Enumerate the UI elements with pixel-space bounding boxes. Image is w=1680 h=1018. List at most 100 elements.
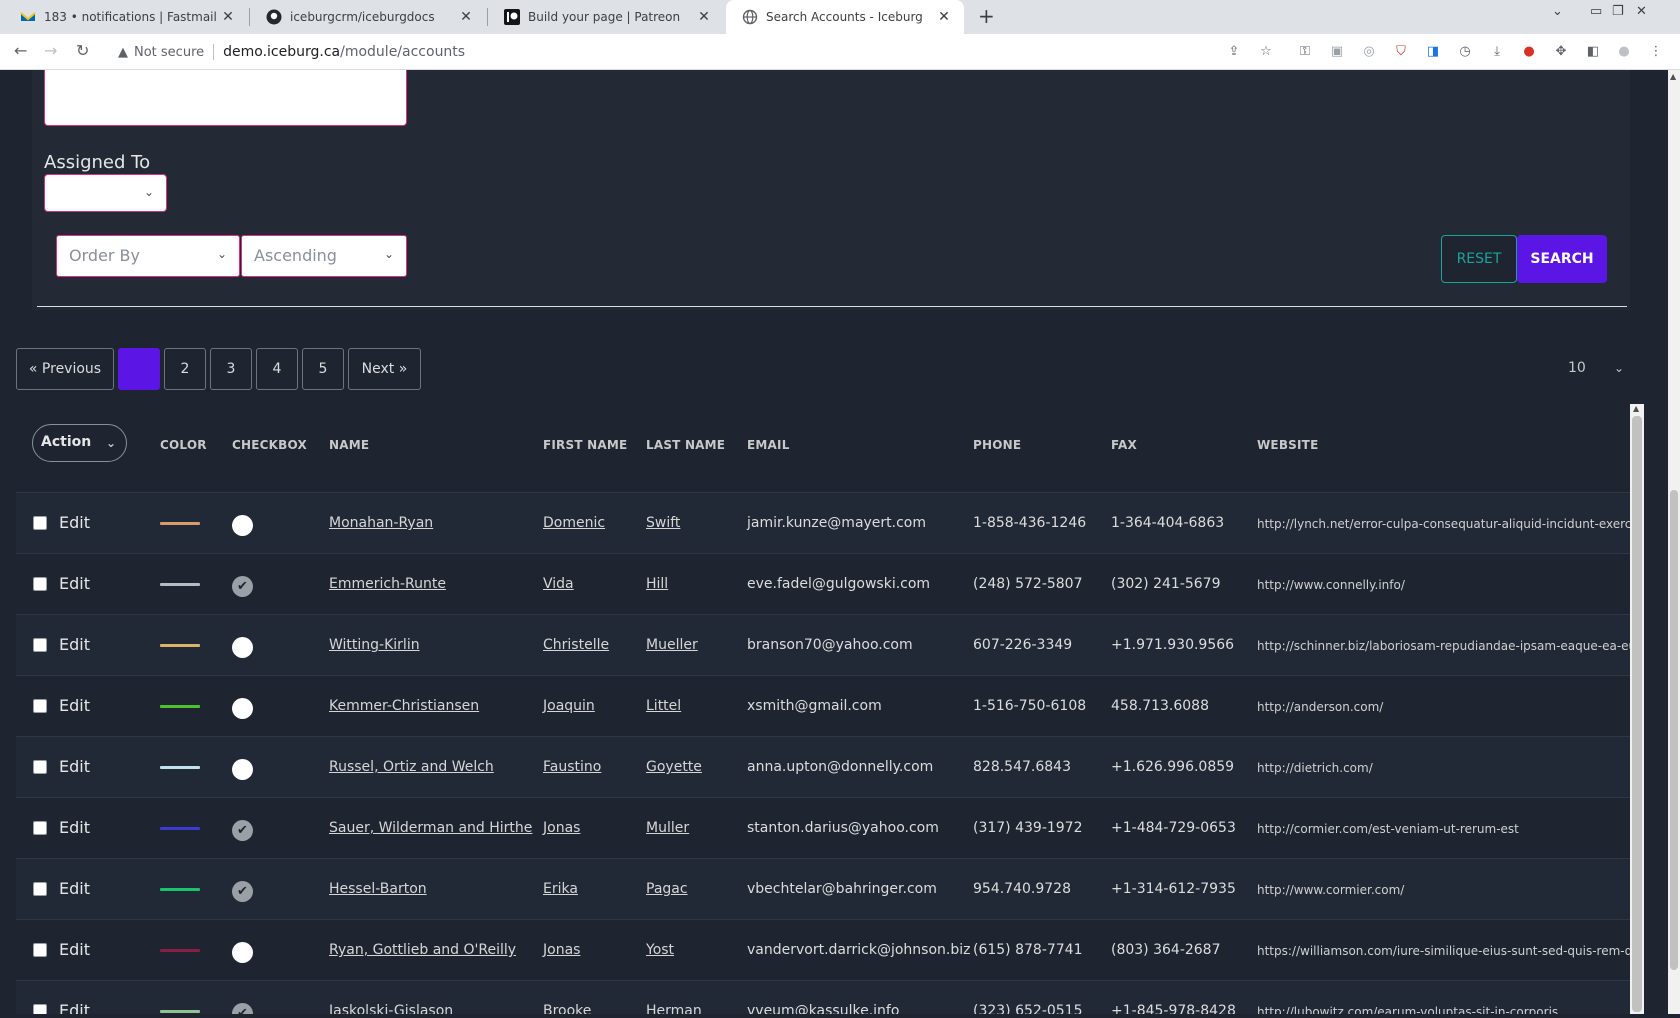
last-name-link[interactable]: Swift: [646, 515, 680, 531]
tab-iceburg-active[interactable]: Search Accounts - Iceburg ✕: [726, 0, 964, 34]
bookmark-star-icon[interactable]: ☆: [1258, 44, 1274, 60]
window-close-icon[interactable]: ✕: [1636, 4, 1647, 19]
edit-link[interactable]: Edit: [59, 940, 90, 959]
account-name-link[interactable]: Ryan, Gottlieb and O'Reilly: [329, 942, 516, 958]
row-select-checkbox[interactable]: [33, 638, 47, 652]
tab-search-chevron-icon[interactable]: ⌄: [1552, 4, 1563, 19]
first-name-link[interactable]: Domenic: [543, 515, 605, 531]
tab-fastmail[interactable]: 183 • notifications | Fastmail ✕: [4, 0, 248, 34]
account-name-link[interactable]: Monahan-Ryan: [329, 515, 433, 531]
account-name-link[interactable]: Emmerich-Runte: [329, 576, 446, 592]
assigned-to-select[interactable]: ⌄: [44, 174, 167, 212]
row-select-checkbox[interactable]: [33, 577, 47, 591]
row-select-checkbox[interactable]: [33, 821, 47, 835]
edit-link[interactable]: Edit: [59, 879, 90, 898]
edit-link[interactable]: Edit: [59, 1001, 90, 1014]
last-name-link[interactable]: Herman: [646, 1003, 702, 1014]
edit-link[interactable]: Edit: [59, 757, 90, 776]
scroll-up-icon[interactable]: ▲: [1633, 404, 1639, 413]
edit-link[interactable]: Edit: [59, 574, 90, 593]
key-icon[interactable]: ⚿: [1297, 44, 1313, 60]
row-select-checkbox[interactable]: [33, 516, 47, 530]
download-icon[interactable]: ⤓: [1489, 44, 1505, 60]
tab-patreon[interactable]: Build your page | Patreon ✕: [488, 0, 724, 34]
account-name-link[interactable]: Hessel-Barton: [329, 881, 427, 897]
column-header-color[interactable]: COLOR: [160, 438, 207, 452]
sort-direction-select[interactable]: Ascending ⌄: [241, 235, 407, 277]
edit-link[interactable]: Edit: [59, 818, 90, 837]
page-button-4[interactable]: 4: [256, 348, 298, 390]
column-header-email[interactable]: EMAIL: [747, 438, 790, 452]
last-name-link[interactable]: Pagac: [646, 881, 688, 897]
account-name-link[interactable]: Sauer, Wilderman and Hirthe: [329, 820, 532, 836]
new-tab-icon[interactable]: +: [978, 4, 995, 28]
first-name-link[interactable]: Jonas: [543, 942, 580, 958]
first-name-link[interactable]: Faustino: [543, 759, 601, 775]
column-header-name[interactable]: NAME: [329, 438, 369, 452]
account-name-link[interactable]: Kemmer-Christiansen: [329, 698, 479, 714]
forward-icon[interactable]: →: [44, 41, 57, 60]
share-icon[interactable]: ⇪: [1226, 44, 1242, 60]
textarea-field[interactable]: [44, 70, 407, 126]
row-select-checkbox[interactable]: [33, 760, 47, 774]
previous-page-button[interactable]: « Previous: [16, 348, 114, 390]
profile-avatar-icon[interactable]: ●: [1616, 44, 1632, 60]
order-by-select[interactable]: Order By ⌄: [56, 235, 240, 277]
edit-link[interactable]: Edit: [59, 635, 90, 654]
column-header-checkbox[interactable]: CHECKBOX: [232, 438, 307, 452]
page-scrollbar-thumb[interactable]: [1670, 490, 1678, 970]
edit-link[interactable]: Edit: [59, 513, 90, 532]
row-select-checkbox[interactable]: [33, 943, 47, 957]
row-select-checkbox[interactable]: [33, 1004, 47, 1014]
first-name-link[interactable]: Erika: [543, 881, 578, 897]
address-bar[interactable]: ▲ Not secure demo.iceburg.ca/module/acco…: [110, 38, 1270, 66]
minimize-icon[interactable]: ▭: [1590, 4, 1602, 19]
account-name-link[interactable]: Witting-Kirlin: [329, 637, 420, 653]
column-header-phone[interactable]: PHONE: [973, 438, 1021, 452]
page-button-2[interactable]: 2: [164, 348, 206, 390]
close-icon[interactable]: ✕: [936, 9, 952, 25]
reset-button[interactable]: RESET: [1441, 235, 1517, 283]
edit-link[interactable]: Edit: [59, 696, 90, 715]
back-icon[interactable]: ←: [14, 41, 27, 60]
column-header-first-name[interactable]: FIRST NAME: [543, 438, 627, 452]
row-select-checkbox[interactable]: [33, 882, 47, 896]
extension-translate-icon[interactable]: ◨: [1425, 44, 1441, 60]
scroll-up-icon[interactable]: ▲: [1670, 72, 1676, 81]
last-name-link[interactable]: Yost: [646, 942, 674, 958]
close-icon[interactable]: ✕: [458, 9, 474, 25]
reload-icon[interactable]: ↻: [76, 41, 89, 60]
per-page-select[interactable]: 10 ⌄: [1556, 354, 1630, 382]
extension-shield-icon[interactable]: ⛉: [1393, 44, 1409, 60]
last-name-link[interactable]: Littel: [646, 698, 681, 714]
extension-clock-icon[interactable]: ◷: [1457, 44, 1473, 60]
column-header-website[interactable]: WEBSITE: [1257, 438, 1318, 452]
page-button-3[interactable]: 3: [210, 348, 252, 390]
page-button-5[interactable]: 5: [302, 348, 344, 390]
search-button[interactable]: SEARCH: [1517, 235, 1607, 283]
menu-kebab-icon[interactable]: ⋮: [1648, 44, 1664, 60]
tab-github[interactable]: iceburgcrm/iceburgdocs ✕: [250, 0, 486, 34]
side-panel-icon[interactable]: ◧: [1585, 44, 1601, 60]
page-button-1[interactable]: 1: [118, 348, 160, 390]
table-scrollbar[interactable]: ▲: [1630, 404, 1644, 1014]
close-icon[interactable]: ✕: [696, 9, 712, 25]
row-select-checkbox[interactable]: [33, 699, 47, 713]
last-name-link[interactable]: Mueller: [646, 637, 698, 653]
last-name-link[interactable]: Muller: [646, 820, 689, 836]
page-scrollbar[interactable]: ▲: [1668, 70, 1680, 1014]
extension-red-circle-icon[interactable]: ●: [1521, 44, 1537, 60]
first-name-link[interactable]: Joaquin: [543, 698, 595, 714]
next-page-button[interactable]: Next »: [348, 348, 421, 390]
extension-puzzle-grey-icon[interactable]: ▣: [1329, 44, 1345, 60]
column-header-last-name[interactable]: LAST NAME: [646, 438, 725, 452]
action-dropdown[interactable]: Action ⌄: [32, 424, 127, 462]
table-scrollbar-thumb[interactable]: [1632, 416, 1642, 1012]
restore-icon[interactable]: ❐: [1612, 4, 1624, 19]
last-name-link[interactable]: Goyette: [646, 759, 702, 775]
account-name-link[interactable]: Russel, Ortiz and Welch: [329, 759, 494, 775]
extensions-puzzle-icon[interactable]: ✥: [1553, 44, 1569, 60]
first-name-link[interactable]: Jonas: [543, 820, 580, 836]
extension-circle-icon[interactable]: ◎: [1361, 44, 1377, 60]
close-icon[interactable]: ✕: [220, 9, 236, 25]
